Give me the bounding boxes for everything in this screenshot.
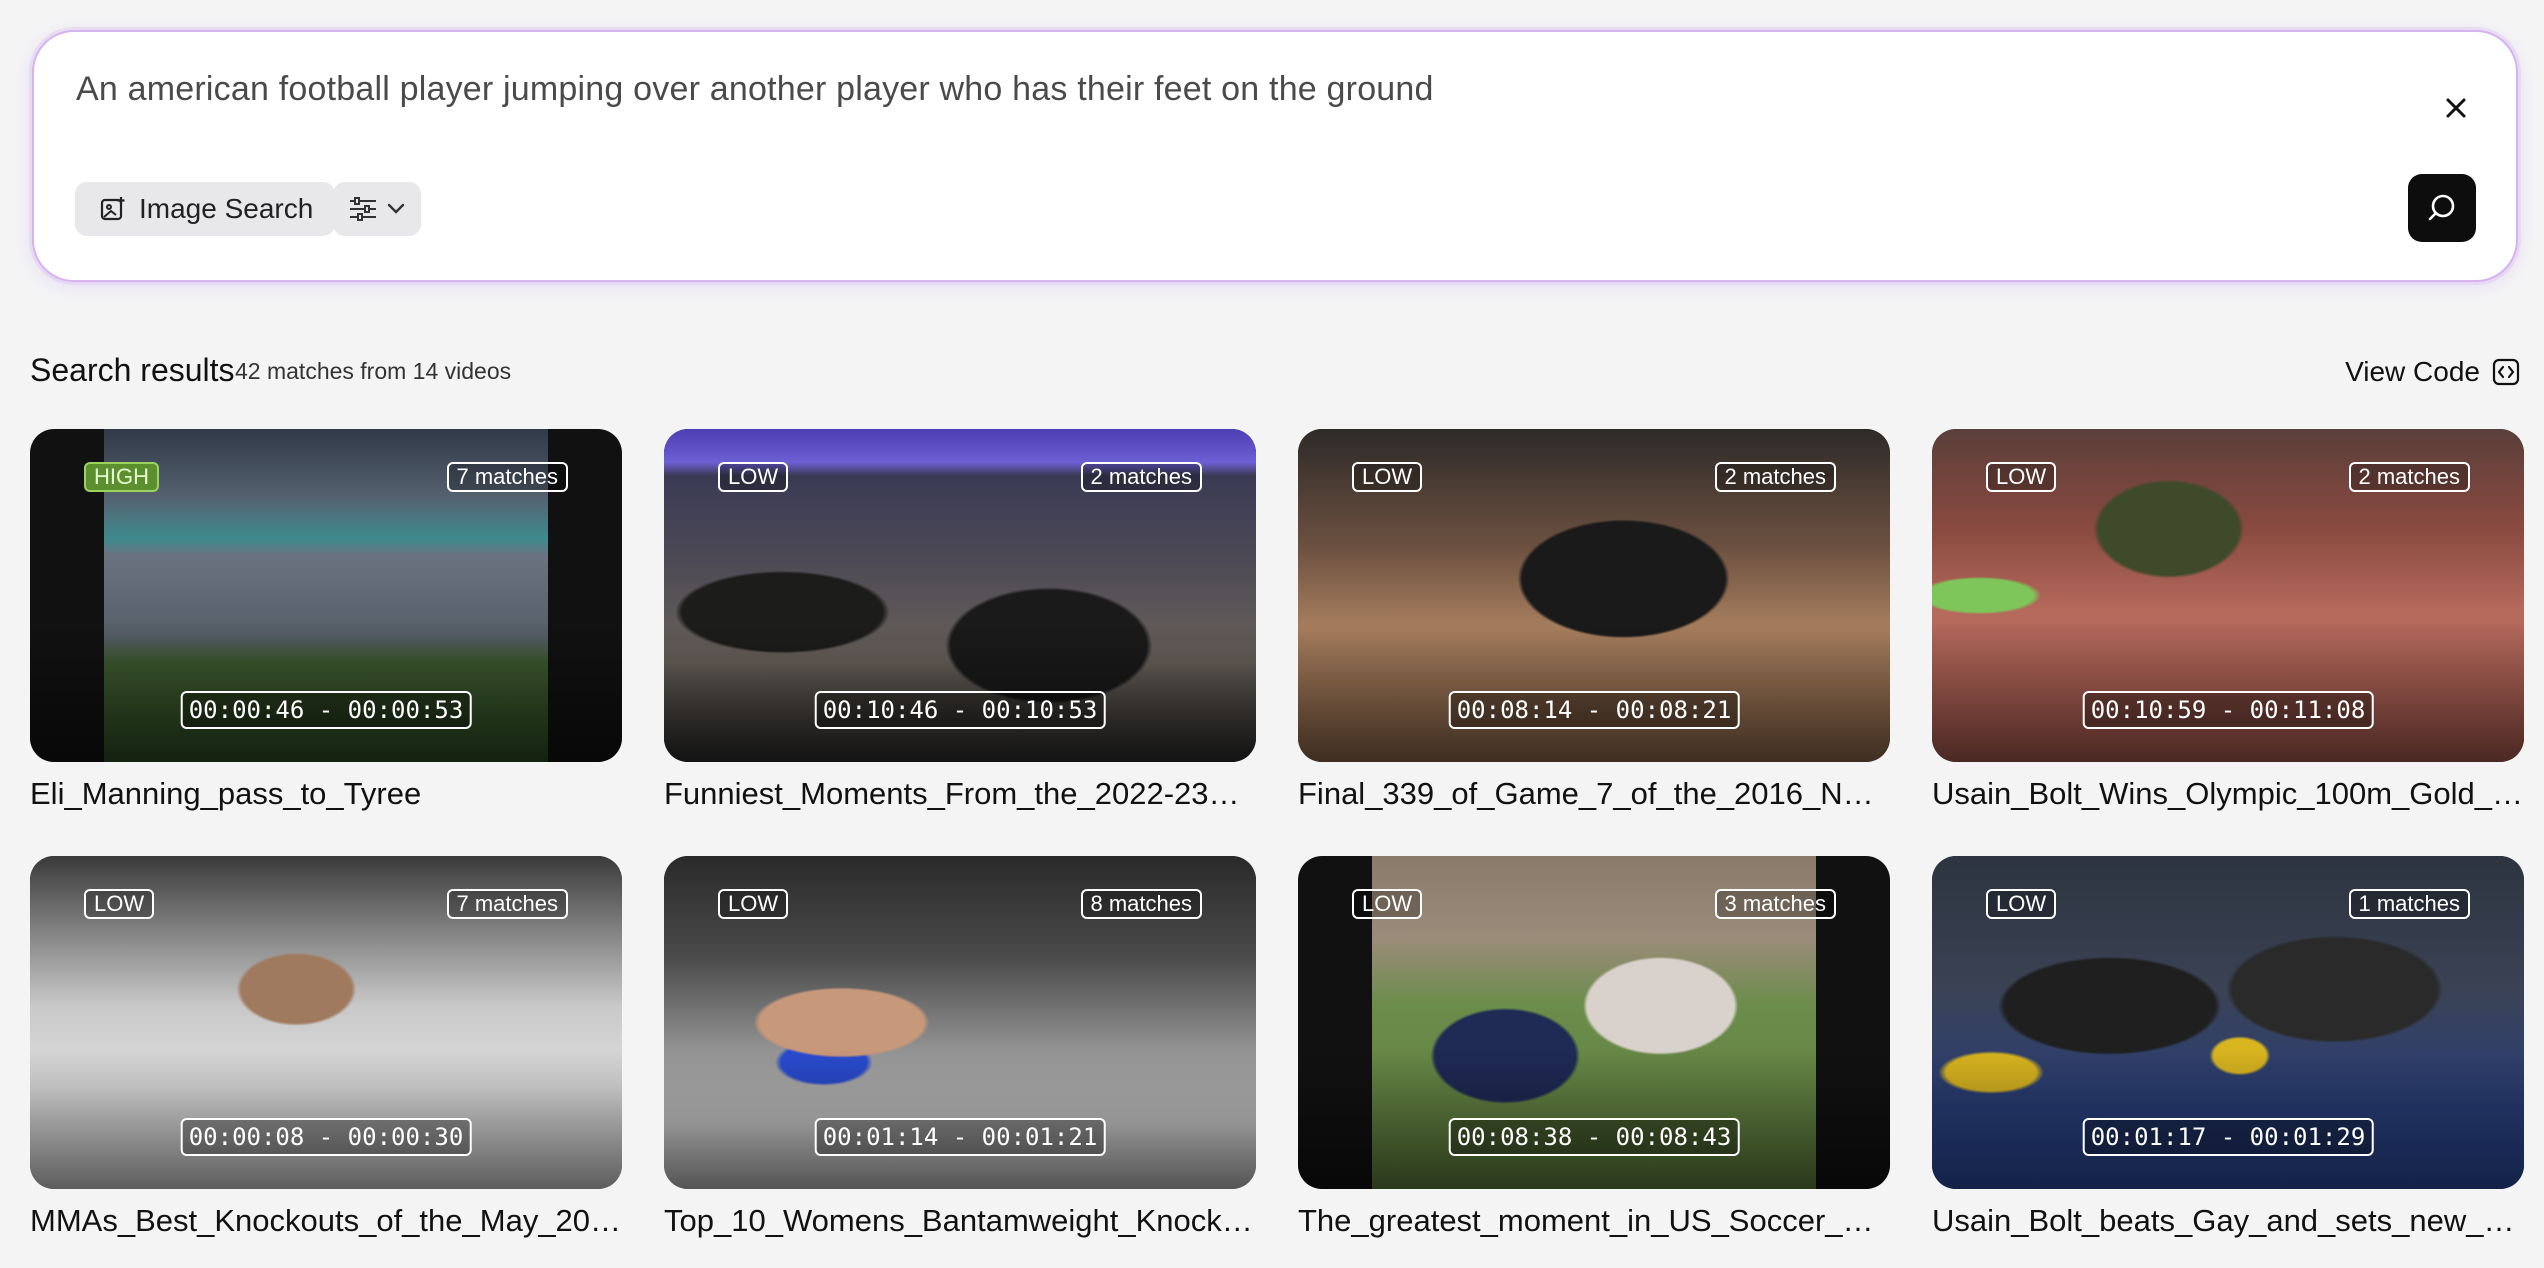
video-thumbnail[interactable]: LOW 2 matches 00:10:46 - 00:10:53 bbox=[664, 429, 1256, 762]
confidence-badge: LOW bbox=[84, 889, 155, 919]
result-card[interactable]: LOW 1 matches 00:01:17 - 00:01:29 Usain_… bbox=[1932, 856, 2524, 1239]
match-count-badge: 3 matches bbox=[1714, 889, 1836, 919]
search-query-input[interactable]: An american football player jumping over… bbox=[76, 70, 1434, 109]
image-add-icon bbox=[100, 197, 125, 221]
time-range-label: 00:00:08 - 00:00:30 bbox=[180, 1118, 472, 1156]
chevron-down-icon bbox=[387, 203, 405, 214]
result-card[interactable]: LOW 2 matches 00:10:46 - 00:10:53 Funnie… bbox=[664, 429, 1256, 812]
match-count-badge: 8 matches bbox=[1080, 889, 1202, 919]
confidence-badge: LOW bbox=[1352, 462, 1423, 492]
time-range-label: 00:10:46 - 00:10:53 bbox=[814, 691, 1106, 729]
video-thumbnail[interactable]: LOW 1 matches 00:01:17 - 00:01:29 bbox=[1932, 856, 2524, 1189]
match-count-badge: 2 matches bbox=[1080, 462, 1202, 492]
close-icon bbox=[2446, 98, 2466, 118]
video-title[interactable]: Top_10_Womens_Bantamweight_Knockout... bbox=[664, 1203, 1256, 1239]
result-card[interactable]: LOW 8 matches 00:01:14 - 00:01:21 Top_10… bbox=[664, 856, 1256, 1239]
image-search-button[interactable]: Image Search bbox=[75, 182, 336, 236]
search-icon bbox=[2428, 194, 2455, 221]
result-card[interactable]: LOW 7 matches 00:00:08 - 00:00:30 MMAs_B… bbox=[30, 856, 622, 1239]
confidence-badge: LOW bbox=[718, 462, 789, 492]
sliders-icon bbox=[350, 197, 376, 221]
time-range-label: 00:08:14 - 00:08:21 bbox=[1448, 691, 1740, 729]
video-title[interactable]: Final_339_of_Game_7_of_the_2016_NBA_Fin.… bbox=[1298, 776, 1890, 812]
video-title[interactable]: Funniest_Moments_From_the_2022-23_N... bbox=[664, 776, 1256, 812]
match-count-badge: 1 matches bbox=[2348, 889, 2470, 919]
result-card[interactable]: HIGH 7 matches 00:00:46 - 00:00:53 Eli_M… bbox=[30, 429, 622, 812]
results-grid: HIGH 7 matches 00:00:46 - 00:00:53 Eli_M… bbox=[30, 429, 2524, 1239]
confidence-badge: LOW bbox=[1986, 889, 2057, 919]
match-count-badge: 7 matches bbox=[446, 889, 568, 919]
confidence-badge: LOW bbox=[1986, 462, 2057, 492]
clear-search-button[interactable] bbox=[2438, 90, 2474, 126]
filter-dropdown-button[interactable] bbox=[333, 182, 421, 236]
code-icon bbox=[2492, 358, 2520, 386]
time-range-label: 00:10:59 - 00:11:08 bbox=[2082, 691, 2374, 729]
view-code-button[interactable]: View Code bbox=[2345, 352, 2520, 392]
view-code-label: View Code bbox=[2345, 356, 2480, 387]
video-thumbnail[interactable]: LOW 3 matches 00:08:38 - 00:08:43 bbox=[1298, 856, 1890, 1189]
match-count-badge: 7 matches bbox=[446, 462, 568, 492]
confidence-badge: LOW bbox=[1352, 889, 1423, 919]
video-thumbnail[interactable]: LOW 7 matches 00:00:08 - 00:00:30 bbox=[30, 856, 622, 1189]
video-thumbnail[interactable]: LOW 8 matches 00:01:14 - 00:01:21 bbox=[664, 856, 1256, 1189]
time-range-label: 00:08:38 - 00:08:43 bbox=[1448, 1118, 1740, 1156]
result-card[interactable]: LOW 2 matches 00:08:14 - 00:08:21 Final_… bbox=[1298, 429, 1890, 812]
search-box: An american football player jumping over… bbox=[32, 30, 2518, 282]
video-title[interactable]: Eli_Manning_pass_to_Tyree bbox=[30, 776, 622, 812]
confidence-badge: HIGH bbox=[84, 462, 159, 492]
search-submit-button[interactable] bbox=[2408, 174, 2476, 242]
video-title[interactable]: Usain_Bolt_beats_Gay_and_sets_new_Reco..… bbox=[1932, 1203, 2524, 1239]
image-search-label: Image Search bbox=[139, 193, 314, 224]
video-title[interactable]: MMAs_Best_Knockouts_of_the_May_2023_... bbox=[30, 1203, 622, 1239]
results-count: 42 matches from 14 videos bbox=[235, 358, 512, 384]
results-title: Search results bbox=[30, 352, 235, 388]
confidence-badge: LOW bbox=[718, 889, 789, 919]
video-thumbnail[interactable]: LOW 2 matches 00:08:14 - 00:08:21 bbox=[1298, 429, 1890, 762]
time-range-label: 00:01:14 - 00:01:21 bbox=[814, 1118, 1106, 1156]
time-range-label: 00:01:17 - 00:01:29 bbox=[2082, 1118, 2374, 1156]
match-count-badge: 2 matches bbox=[2348, 462, 2470, 492]
time-range-label: 00:00:46 - 00:00:53 bbox=[180, 691, 472, 729]
result-card[interactable]: LOW 2 matches 00:10:59 - 00:11:08 Usain_… bbox=[1932, 429, 2524, 812]
video-title[interactable]: The_greatest_moment_in_US_Soccer_histor.… bbox=[1298, 1203, 1890, 1239]
result-card[interactable]: LOW 3 matches 00:08:38 - 00:08:43 The_gr… bbox=[1298, 856, 1890, 1239]
video-thumbnail[interactable]: HIGH 7 matches 00:00:46 - 00:00:53 bbox=[30, 429, 622, 762]
match-count-badge: 2 matches bbox=[1714, 462, 1836, 492]
video-thumbnail[interactable]: LOW 2 matches 00:10:59 - 00:11:08 bbox=[1932, 429, 2524, 762]
video-title[interactable]: Usain_Bolt_Wins_Olympic_100m_Gold__Lo... bbox=[1932, 776, 2524, 812]
